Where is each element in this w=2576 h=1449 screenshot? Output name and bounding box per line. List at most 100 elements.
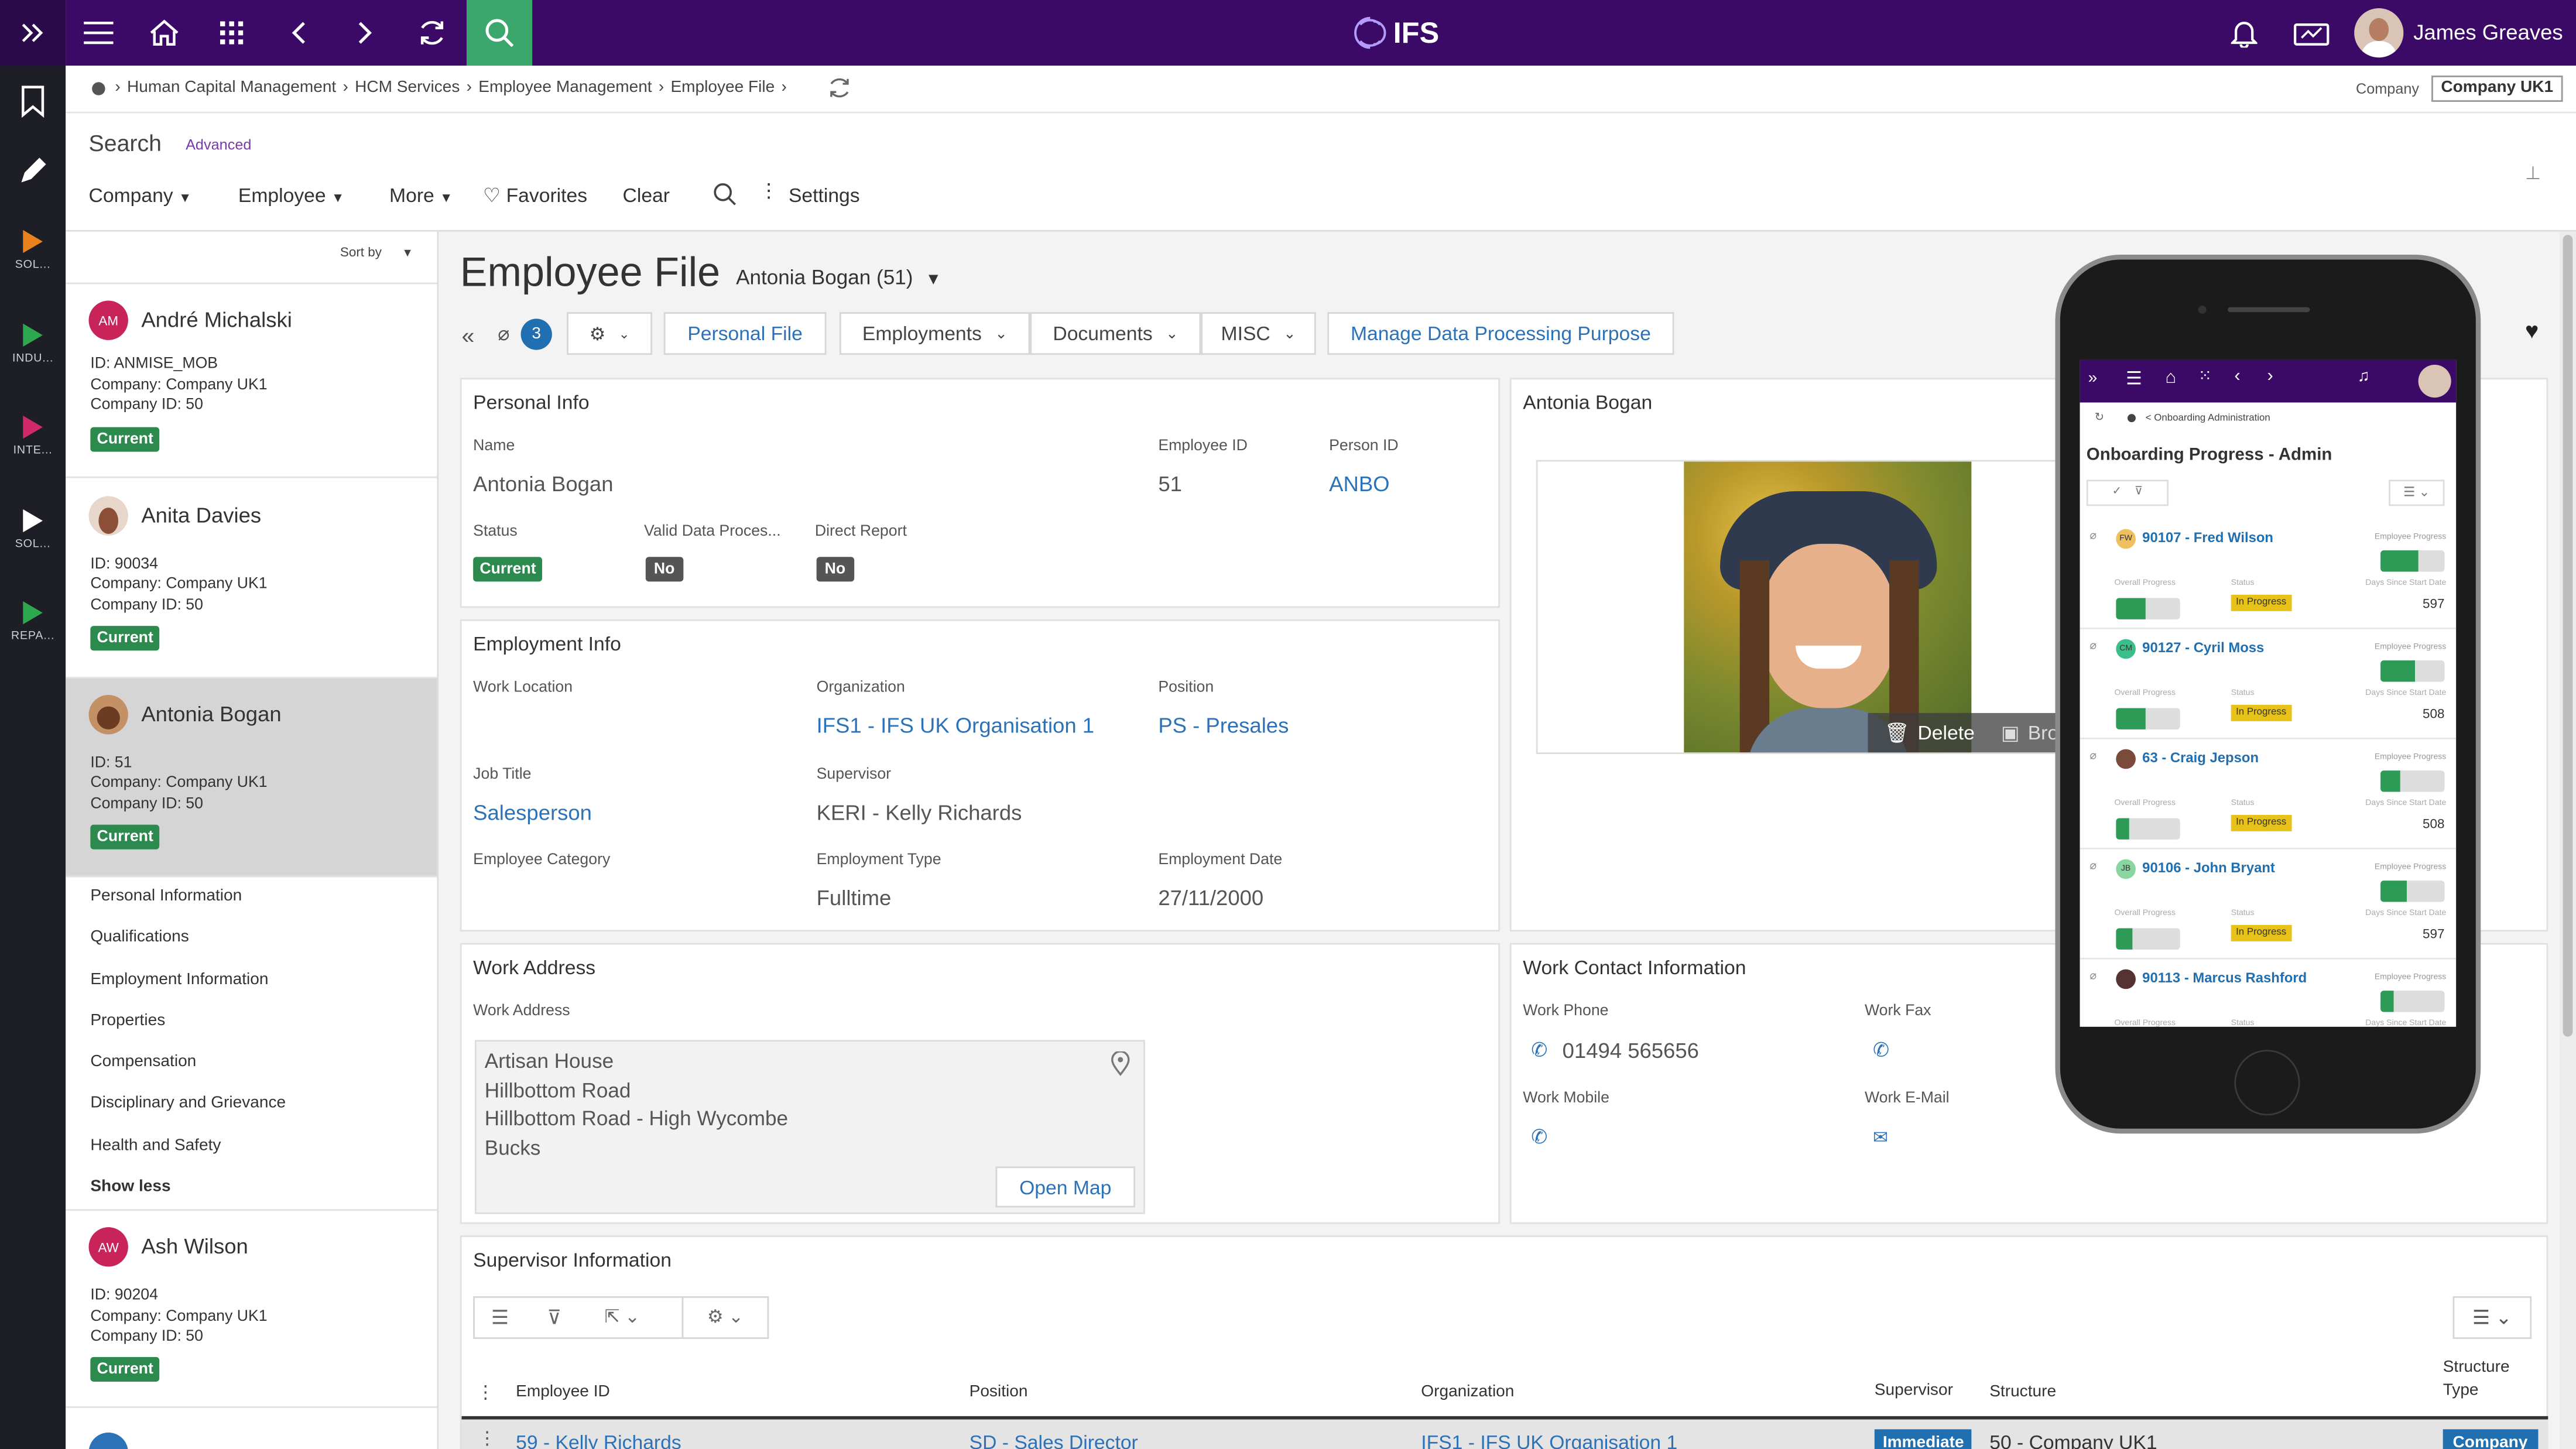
scrollbar[interactable] — [2559, 231, 2576, 1449]
phone-filter-icon[interactable]: ⊽ — [2135, 487, 2143, 498]
breadcrumb-refresh-icon[interactable] — [828, 77, 851, 104]
delete-photo-button[interactable]: 🗑 Delete — [1868, 712, 1992, 753]
submenu-item-disciplinary[interactable]: Disciplinary and Grievance — [90, 1094, 286, 1112]
rail-item-repa[interactable]: REPA... — [0, 601, 66, 642]
tab-documents[interactable]: Documents ⌄ — [1030, 312, 1201, 355]
column-header[interactable]: Supervisor — [1875, 1382, 1953, 1400]
favorite-heart-icon[interactable]: ♥ — [2525, 317, 2539, 344]
workflow-dropdown-small[interactable]: ⚙ ⌄ — [681, 1296, 769, 1339]
rail-item-indu[interactable]: INDU... — [0, 323, 66, 365]
attachment-icon[interactable]: ⌀ — [498, 322, 509, 345]
employee-card[interactable]: Anita Davies ID: 90034 Company: Company … — [66, 479, 437, 679]
tab-misc[interactable]: MISC ⌄ — [1201, 312, 1316, 355]
export-icon[interactable]: ⇱ ⌄ — [605, 1306, 640, 1328]
record-selector[interactable]: Antonia Bogan (51) ▼ — [736, 266, 941, 289]
item-title[interactable]: 90107 - Fred Wilson — [2142, 529, 2273, 546]
manage-data-processing-button[interactable]: Manage Data Processing Purpose — [1327, 312, 1674, 355]
user-name[interactable]: James Greaves — [2413, 20, 2563, 44]
search-execute-icon[interactable] — [713, 182, 737, 213]
back-icon[interactable] — [266, 0, 332, 66]
open-map-button[interactable]: Open Map — [995, 1166, 1136, 1208]
cell-employee-link[interactable]: 59 - Kelly Richards — [516, 1431, 681, 1449]
cell-position-link[interactable]: SD - Sales Director — [970, 1431, 1138, 1449]
filter-icon[interactable]: ⊽ — [547, 1306, 561, 1329]
feedback-icon[interactable] — [2279, 0, 2344, 66]
collapse-left-icon[interactable]: « — [462, 322, 475, 348]
phone-check-icon[interactable]: ✓ — [2112, 487, 2122, 498]
expand-rail-icon[interactable] — [0, 0, 66, 66]
rail-item-sol-1[interactable]: SOL... — [0, 229, 66, 271]
phone-list-item[interactable]: ⌀ 90113 - Marcus Rashford Employee Progr… — [2080, 960, 2457, 1027]
employee-filter[interactable]: Employee ▼ — [238, 184, 344, 207]
submenu-item-personal-information[interactable]: Personal Information — [90, 887, 242, 905]
employee-card[interactable]: AW Ash Wilson ID: 90204 Company: Company… — [66, 1209, 437, 1408]
item-title[interactable]: 90106 - John Bryant — [2142, 859, 2275, 876]
phone-list-item[interactable]: ⌀ CM 90127 - Cyril Moss Employee Progres… — [2080, 629, 2457, 739]
phone-refresh-icon[interactable]: ↻ — [2095, 411, 2104, 424]
submenu-item-health-safety[interactable]: Health and Safety — [90, 1137, 221, 1155]
job-title-link[interactable]: Salesperson — [473, 800, 592, 825]
scrollbar-thumb[interactable] — [2563, 235, 2573, 1037]
kebab-menu-icon[interactable]: ⋮ — [759, 179, 779, 202]
bookmark-icon[interactable] — [20, 85, 46, 126]
phone-apps-icon[interactable]: ⁙ — [2198, 368, 2212, 386]
phone-expand-icon[interactable]: » — [2088, 369, 2098, 388]
settings-button[interactable]: Settings — [789, 184, 860, 207]
user-avatar[interactable] — [2354, 8, 2404, 58]
phone-list-item[interactable]: ⌀ FW 90107 - Fred Wilson Employee Progre… — [2080, 519, 2457, 629]
fax-icon[interactable]: ✆ — [1873, 1038, 1889, 1061]
row-menu-icon[interactable]: ⋮ — [478, 1428, 496, 1449]
mobile-icon[interactable]: ✆ — [1531, 1125, 1547, 1148]
phone-avatar[interactable] — [2418, 364, 2451, 398]
rail-item-sol-2[interactable]: SOL... — [0, 509, 66, 550]
phone-forward-icon[interactable]: › — [2267, 366, 2273, 386]
breadcrumb-item[interactable]: Employee Management — [478, 79, 652, 97]
submenu-item-employment-information[interactable]: Employment Information — [90, 971, 268, 989]
phone-list-item[interactable]: ⌀ 63 - Craig Jepson Employee Progress Ov… — [2080, 739, 2457, 849]
email-icon[interactable]: ✉ — [1873, 1127, 1888, 1149]
tab-employments[interactable]: Employments ⌄ — [839, 312, 1030, 355]
table-row[interactable]: ⋮ 59 - Kelly Richards SD - Sales Directo… — [461, 1416, 2548, 1449]
employee-card[interactable]: AM André Michalski ID: ANMISE_MOB Compan… — [66, 284, 437, 478]
phone-icon[interactable]: ✆ — [1531, 1038, 1547, 1061]
phone-breadcrumb[interactable]: < Onboarding Administration — [2146, 414, 2270, 424]
workflow-dropdown[interactable]: ⚙ ⌄ — [567, 312, 653, 355]
home-icon[interactable] — [131, 0, 197, 66]
list-view-icon[interactable]: ☰ — [491, 1306, 509, 1329]
column-header[interactable]: Structure Type — [2443, 1357, 2525, 1403]
sort-by-dropdown[interactable]: Sort by ▼ — [340, 245, 413, 259]
employee-card-selected[interactable]: Antonia Bogan ID: 51 Company: Company UK… — [66, 678, 437, 878]
phone-list-item[interactable]: ⌀ JB 90106 - John Bryant Employee Progre… — [2080, 849, 2457, 960]
cell-organization-link[interactable]: IFS1 - IFS UK Organisation 1 — [1421, 1431, 1677, 1449]
item-title[interactable]: 90127 - Cyril Moss — [2142, 639, 2264, 656]
rail-item-inte[interactable]: INTE... — [0, 415, 66, 457]
more-filter[interactable]: More ▼ — [389, 184, 453, 207]
search-icon[interactable] — [466, 0, 533, 66]
column-header[interactable]: Position — [970, 1383, 1028, 1402]
column-header[interactable]: Employee ID — [516, 1383, 610, 1402]
item-title[interactable]: 90113 - Marcus Rashford — [2142, 970, 2307, 986]
phone-menu-icon[interactable]: ☰ — [2126, 368, 2142, 389]
person-id-link[interactable]: ANBO — [1329, 471, 1389, 496]
row-menu-icon[interactable]: ⋮ — [477, 1382, 495, 1403]
menu-icon[interactable] — [66, 0, 131, 66]
breadcrumb-item[interactable]: Employee File — [670, 79, 775, 97]
item-title[interactable]: 63 - Craig Jepson — [2142, 749, 2259, 766]
breadcrumb-item[interactable]: HCM Services — [355, 79, 460, 97]
phone-home-icon[interactable]: ⌂ — [2165, 368, 2176, 388]
column-settings-dropdown[interactable]: ☰ ⌄ — [2452, 1296, 2532, 1339]
favorites-button[interactable]: ♡ Favorites — [483, 184, 587, 207]
phone-bell-icon[interactable]: ♫ — [2358, 368, 2370, 386]
show-less-link[interactable]: Show less — [90, 1178, 170, 1196]
column-header[interactable]: Organization — [1421, 1383, 1514, 1402]
position-link[interactable]: PS - Presales — [1158, 713, 1289, 738]
pin-icon[interactable]: ⊥ — [2525, 163, 2541, 184]
company-filter[interactable]: Company ▼ — [89, 184, 192, 207]
clear-button[interactable]: Clear — [623, 184, 670, 207]
phone-list-settings-icon[interactable]: ☰ ⌄ — [2389, 479, 2445, 506]
company-selector[interactable]: Company UK1 — [2431, 76, 2563, 102]
submenu-item-properties[interactable]: Properties — [90, 1012, 165, 1030]
submenu-item-compensation[interactable]: Compensation — [90, 1053, 196, 1071]
notification-bell-icon[interactable] — [2211, 0, 2277, 66]
breadcrumb-item[interactable]: Human Capital Management — [127, 79, 336, 97]
